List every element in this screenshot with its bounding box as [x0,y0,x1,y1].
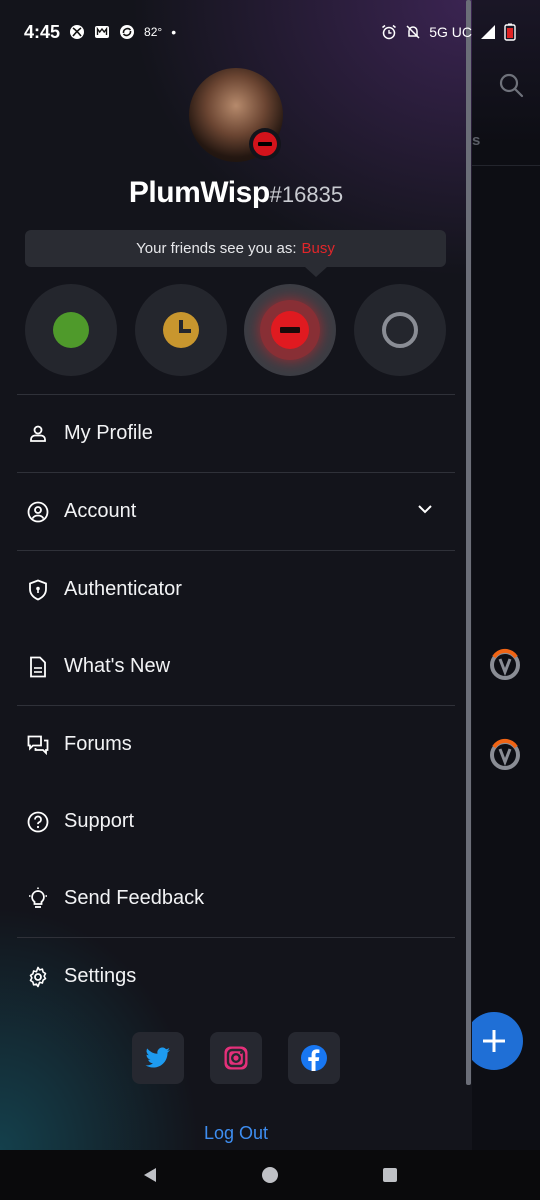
menu-label: Forums [64,733,132,755]
status-bar: 4:45 82° • 5G UC [0,0,540,64]
away-clock-icon [162,312,199,348]
overwatch-icon [490,649,520,680]
social-links [132,1032,340,1084]
search-icon[interactable] [498,72,524,98]
gear-icon [29,966,47,987]
profile-avatar[interactable] [189,68,283,162]
busy-icon [271,311,310,349]
instagram-button[interactable] [210,1032,262,1084]
chat-bubbles-icon [27,735,49,755]
status-busy-button[interactable] [244,284,337,376]
logout-button[interactable]: Log Out [0,1123,472,1144]
status-offline-button[interactable] [353,284,446,376]
battle-tag: #16835 [269,182,344,207]
menu-label: Support [64,810,135,832]
bell-muted-icon [406,25,420,39]
offline-icon [381,312,418,348]
signal-icon [481,25,495,39]
network-type: 5G UC [429,24,472,40]
lightbulb-icon [29,887,47,908]
xbox-icon [70,25,85,39]
status-selector [25,284,446,376]
background-divider [472,165,540,166]
back-icon[interactable] [141,1166,159,1184]
alarm-icon [382,24,397,40]
menu-item-settings[interactable]: Settings [17,938,455,1015]
username: PlumWisp#16835 [0,176,472,210]
drawer-menu: My Profile Account Authenticator What's … [17,394,455,1015]
overwatch-icon [490,739,520,770]
status-away-button[interactable] [134,284,227,376]
document-icon [30,656,46,677]
menu-label: What's New [64,655,171,677]
facebook-icon [301,1045,327,1071]
status-tooltip: Your friends see you as: Busy [25,230,446,277]
system-navigation-bar [0,1150,540,1200]
twitter-button[interactable] [132,1032,184,1084]
shield-icon [29,579,47,600]
status-online-button[interactable] [25,284,117,376]
display-name: PlumWisp [128,176,270,209]
status-value: Busy [301,240,335,257]
temperature: 82° [144,25,163,39]
menu-item-support[interactable]: Support [17,783,455,860]
menu-label: Settings [64,965,137,987]
plus-icon [483,1030,505,1052]
menu-item-send-feedback[interactable]: Send Feedback [17,860,455,937]
menu-item-my-profile[interactable]: My Profile [17,395,455,472]
facebook-button[interactable] [288,1032,340,1084]
background-tab-label: s [472,132,481,149]
scrollbar[interactable] [466,0,471,1085]
menu-item-whats-new[interactable]: What's New [17,628,455,705]
menu-item-authenticator[interactable]: Authenticator [17,551,455,628]
help-circle-icon [27,811,49,832]
m-app-icon [95,26,110,38]
account-circle-icon [27,501,49,522]
menu-label: Authenticator [64,578,182,600]
instagram-icon [224,1046,248,1070]
menu-item-account[interactable]: Account [17,473,455,550]
status-prefix: Your friends see you as: [136,240,297,257]
add-button[interactable] [465,1012,523,1070]
home-icon[interactable] [261,1166,279,1184]
menu-label: My Profile [64,422,153,444]
recents-icon[interactable] [381,1166,399,1184]
navigation-drawer: PlumWisp#16835 Your friends see you as: … [0,0,472,1150]
status-time: 4:45 [24,21,61,42]
busy-status-badge [249,128,281,160]
menu-label: Account [64,500,137,522]
chevron-down-icon[interactable] [417,501,433,517]
online-icon [53,312,89,348]
sync-icon [120,25,135,39]
dot-icon: • [171,24,177,40]
menu-item-forums[interactable]: Forums [17,706,455,783]
twitter-icon [145,1047,170,1068]
menu-label: Send Feedback [64,887,205,909]
person-icon [30,425,46,442]
battery-icon [504,23,516,41]
